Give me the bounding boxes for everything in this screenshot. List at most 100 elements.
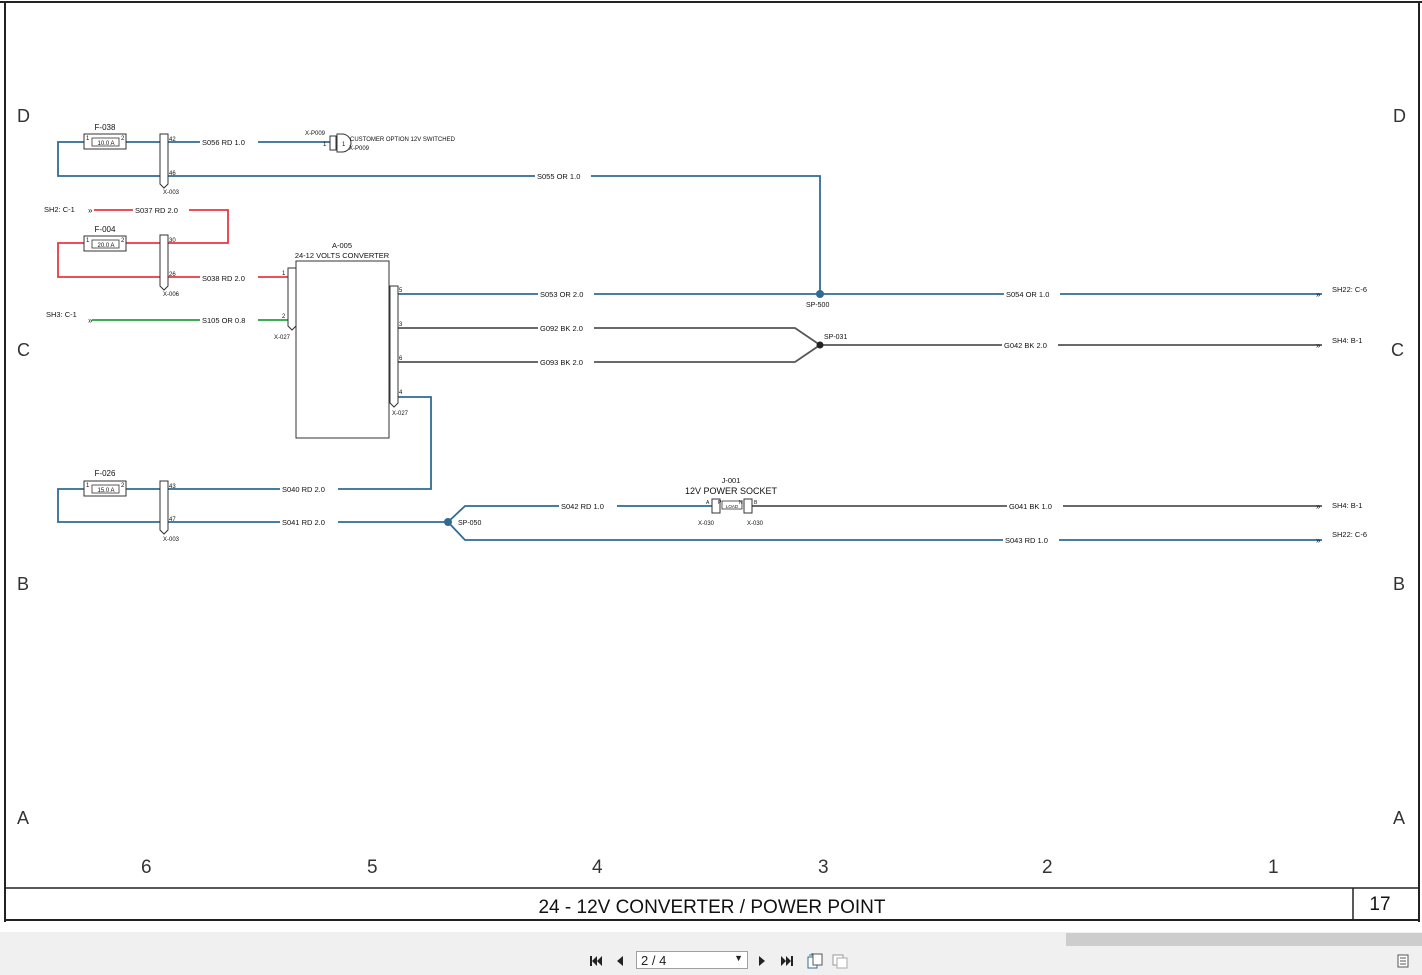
wire-label-g092: G092 BK 2.0	[540, 324, 583, 333]
column-label-5: 5	[367, 857, 378, 878]
row-label-b-right: B	[1393, 574, 1405, 594]
connector-x003-top: 42 46 X-003	[159, 133, 180, 196]
connector-x027-left: 1 2 X-027	[274, 267, 297, 341]
wire-label-s038: S038 RD 2.0	[202, 274, 245, 283]
row-label-b-left: B	[17, 574, 29, 594]
ref-arrow-icon: »	[88, 316, 93, 325]
ref-sh2-c1: SH2: C-1	[44, 205, 75, 214]
fuse-id: F-026	[95, 469, 116, 478]
wire-label-s042: S042 RD 1.0	[561, 502, 604, 511]
schematic-sheet: D D C C B B A A 6 5 4 3 2 1 24 - 12V CON…	[0, 0, 1422, 932]
ref-sh22-c6-a: SH22: C-6	[1332, 285, 1367, 294]
connector-label: X-006	[163, 292, 180, 298]
sheet-number: 17	[1369, 894, 1390, 915]
fit-page-icon[interactable]	[830, 950, 850, 972]
socket-pin-p: P	[718, 500, 722, 506]
power-socket-j001: LOAD J-001 12V POWER SOCKET A P N B X-03…	[685, 476, 778, 527]
fuse-rating: 10.0 A	[97, 141, 114, 147]
fuse-id: F-004	[95, 225, 116, 234]
fuse-id: F-038	[95, 123, 116, 132]
wire-label-s040: S040 RD 2.0	[282, 485, 325, 494]
socket-name: 12V POWER SOCKET	[685, 486, 778, 496]
connector-pin: 26	[169, 272, 176, 278]
fuse-rating: 15.0 A	[97, 488, 114, 494]
ref-arrow-icon: »	[88, 206, 93, 215]
socket-id: J-001	[722, 476, 741, 485]
connector-label: X-P009	[305, 131, 326, 137]
wire-label-g042: G042 BK 2.0	[1004, 341, 1047, 350]
wire-label-s053: S053 OR 2.0	[540, 290, 583, 299]
drawing-title: 24 - 12V CONVERTER / POWER POINT	[538, 897, 885, 918]
splice-label: SP-500	[806, 302, 829, 309]
last-page-icon[interactable]	[777, 950, 797, 972]
ref-arrow-icon: »	[1316, 290, 1321, 299]
connector-pin: 4	[399, 390, 403, 396]
connector-label: X-027	[392, 411, 409, 417]
splice-sp031: SP-031	[816, 334, 847, 349]
ref-arrow-icon: »	[1316, 502, 1321, 511]
next-page-icon[interactable]	[752, 950, 772, 972]
converter-a005: A-005 24-12 VOLTS CONVERTER	[295, 241, 390, 439]
column-label-4: 4	[592, 857, 603, 878]
connector-label: X-030	[747, 521, 764, 527]
splice-sp050: SP-050	[444, 518, 481, 527]
wire-s043	[447, 521, 1322, 541]
column-label-1: 1	[1268, 857, 1279, 878]
rotate-icon[interactable]	[805, 950, 825, 972]
fuse-f026: F-026 15.0 A 1 2	[83, 469, 127, 497]
socket-load: LOAD	[726, 504, 739, 509]
wire-label-s043: S043 RD 1.0	[1005, 536, 1048, 545]
prev-page-icon[interactable]	[610, 950, 630, 972]
converter-name: 24-12 VOLTS CONVERTER	[295, 251, 390, 260]
connector-pin: 46	[169, 171, 176, 177]
connector-pin: 42	[169, 137, 176, 143]
wire-label-s055: S055 OR 1.0	[537, 172, 580, 181]
page-selector[interactable]: 2 / 4 ▼	[636, 951, 748, 969]
wire-label-s054: S054 OR 1.0	[1006, 290, 1049, 299]
row-label-c-left: C	[17, 340, 30, 360]
connector-x006: 30 26 X-006	[159, 234, 180, 298]
connector-pin: 43	[169, 484, 176, 490]
row-label-c-right: C	[1391, 340, 1404, 360]
connector-x003-bottom: 43 47 X-003	[159, 480, 180, 543]
wire-group	[57, 141, 1322, 541]
ref-arrow-icon: »	[1316, 536, 1321, 545]
connector-label: X-027	[274, 335, 291, 341]
wire-label-s105: S105 OR 0.8	[202, 316, 245, 325]
connector-label: X-003	[163, 190, 180, 196]
connector-label: X-P009	[349, 146, 370, 152]
wire-g092-g042	[398, 327, 1322, 346]
splice-sp500: SP-500	[806, 290, 829, 309]
wire-label-g041: G041 BK 1.0	[1009, 502, 1052, 511]
wire-label-s056: S056 RD 1.0	[202, 138, 245, 147]
ref-sh4-b1-b: SH4: B-1	[1332, 501, 1362, 510]
ref-arrow-icon: »	[1316, 341, 1321, 350]
first-page-icon[interactable]	[586, 950, 606, 972]
fuse-f038: F-038 10.0 A 1 2	[83, 123, 127, 150]
horizontal-scrollbar[interactable]	[1066, 933, 1422, 946]
chevron-down-icon: ▼	[734, 953, 743, 963]
column-label-2: 2	[1042, 857, 1053, 878]
splice-label: SP-050	[458, 520, 481, 527]
row-label-d-left: D	[17, 106, 30, 126]
ref-sh22-c6-b: SH22: C-6	[1332, 530, 1367, 539]
fuse-rating: 20.0 A	[97, 243, 114, 249]
connector-pin: 47	[169, 517, 176, 523]
connector-description: CUSTOMER OPTION 12V SWITCHED	[350, 137, 456, 143]
wire-label-g093: G093 BK 2.0	[540, 358, 583, 367]
ref-sh3-c1: SH3: C-1	[46, 310, 77, 319]
wire-g093	[398, 344, 821, 363]
ref-sh4-b1-a: SH4: B-1	[1332, 336, 1362, 345]
column-label-3: 3	[818, 857, 829, 878]
connector-pin: 30	[169, 238, 176, 244]
document-icon[interactable]	[1393, 950, 1413, 972]
row-label-a-right: A	[1393, 808, 1405, 828]
socket-pin-n: N	[739, 500, 743, 506]
splice-label: SP-031	[824, 334, 847, 341]
column-label-6: 6	[141, 857, 152, 878]
page-indicator: 2 / 4	[641, 952, 667, 968]
connector-label: X-003	[163, 537, 180, 543]
row-label-a-left: A	[17, 808, 29, 828]
wire-label-s037: S037 RD 2.0	[135, 206, 178, 215]
fuse-f004: F-004 20.0 A 1 2	[83, 225, 127, 252]
